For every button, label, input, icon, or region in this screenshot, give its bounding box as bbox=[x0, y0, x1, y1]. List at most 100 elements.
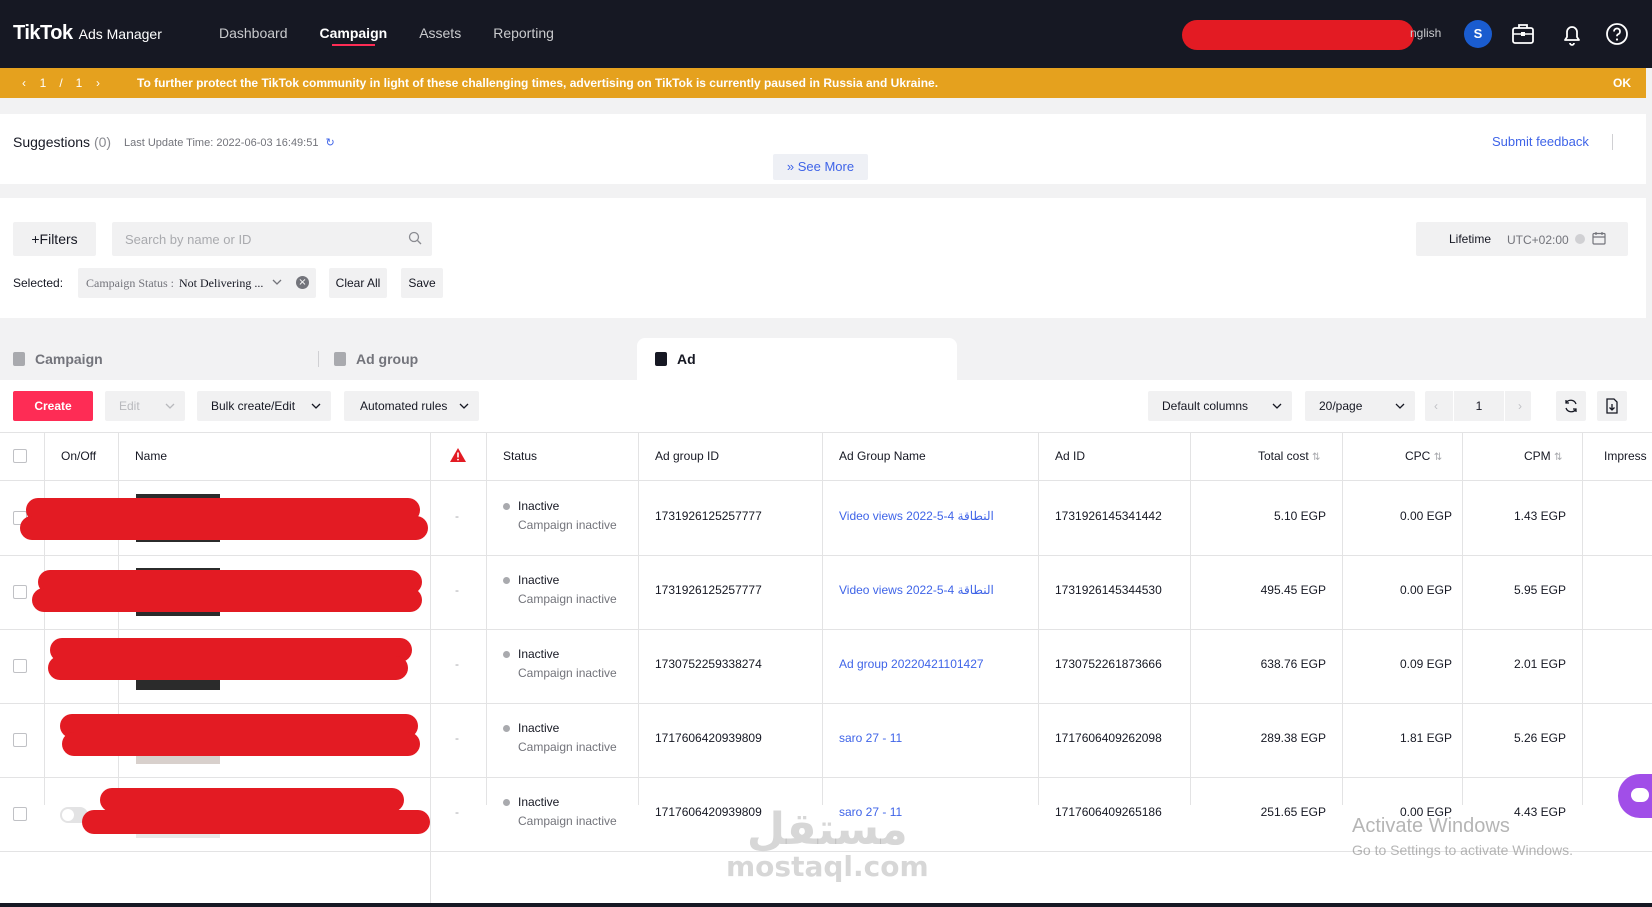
status-dot bbox=[503, 725, 510, 732]
notice-page-total: 1 bbox=[75, 76, 83, 90]
tab-ad[interactable]: Ad bbox=[637, 338, 957, 380]
total-cost: 638.76 EGP bbox=[1260, 657, 1326, 671]
total-cost: 289.38 EGP bbox=[1260, 731, 1326, 745]
status-dot bbox=[503, 799, 510, 806]
cpm: 5.95 EGP bbox=[1513, 583, 1566, 597]
edit-dropdown[interactable]: Edit bbox=[105, 391, 185, 421]
nav-reporting[interactable]: Reporting bbox=[493, 0, 554, 68]
cpm: 5.26 EGP bbox=[1513, 731, 1566, 745]
refresh-button[interactable] bbox=[1556, 391, 1586, 421]
status-subtext: Campaign inactive bbox=[518, 666, 617, 680]
row-checkbox[interactable] bbox=[13, 807, 27, 821]
filter-key: Campaign Status : bbox=[86, 276, 174, 290]
activate-title: Activate Windows bbox=[1352, 815, 1510, 837]
save-button[interactable]: Save bbox=[401, 268, 443, 298]
warning-cell: - bbox=[455, 509, 459, 523]
avatar[interactable]: S bbox=[1464, 20, 1492, 48]
adgroup-name-link[interactable]: Video views 2022-5-4 النطاقة bbox=[839, 583, 994, 597]
tab-ad-group-label: Ad group bbox=[356, 351, 419, 367]
clear-all-button[interactable]: Clear All bbox=[329, 268, 387, 298]
header-cpm[interactable]: CPM ⇅ bbox=[1524, 433, 1562, 480]
tab-campaign-label: Campaign bbox=[35, 351, 103, 367]
page-size-dropdown[interactable]: 20/page bbox=[1305, 391, 1415, 421]
status-subtext: Campaign inactive bbox=[518, 814, 617, 828]
sort-icon: ⇅ bbox=[1554, 452, 1563, 463]
date-range-picker[interactable]: Lifetime UTC+02:00 bbox=[1416, 222, 1628, 256]
redacted-ad-name bbox=[48, 656, 408, 680]
status-subtext: Campaign inactive bbox=[518, 518, 617, 532]
filters-button[interactable]: +Filters bbox=[13, 222, 96, 256]
warning-cell: - bbox=[455, 805, 459, 819]
adgroup-name-link[interactable]: Ad group 20220421101427 bbox=[839, 657, 984, 671]
submit-feedback-link[interactable]: Submit feedback bbox=[1492, 134, 1589, 149]
redacted-ad-name bbox=[20, 516, 428, 540]
row-checkbox[interactable] bbox=[13, 733, 27, 747]
table-row[interactable]: - Inactive Campaign inactive 17319261252… bbox=[0, 482, 1652, 556]
notice-message: To further protect the TikTok community … bbox=[137, 76, 939, 90]
refresh-icon[interactable]: ↻ bbox=[326, 137, 335, 149]
redacted-ad-name bbox=[62, 732, 420, 756]
tab-ad-group[interactable]: Ad group bbox=[334, 338, 624, 380]
warning-cell: - bbox=[455, 657, 459, 671]
select-all-checkbox[interactable] bbox=[13, 449, 27, 463]
total-cost: 5.10 EGP bbox=[1273, 509, 1326, 523]
help-icon[interactable] bbox=[1602, 19, 1632, 49]
top-navigation-bar: TikTok Ads Manager Dashboard Campaign As… bbox=[0, 0, 1652, 68]
search-box bbox=[112, 222, 432, 256]
ad-id: 1717606409265186 bbox=[1055, 805, 1162, 819]
automated-rules-dropdown[interactable]: Automated rules bbox=[344, 391, 479, 421]
chevron-down-icon bbox=[1272, 391, 1282, 432]
redacted-ad-name bbox=[82, 810, 430, 834]
chevron-down-icon bbox=[311, 391, 321, 432]
status-text: Inactive bbox=[518, 721, 560, 735]
campaign-status-filter-tag[interactable]: Campaign Status : Not Delivering ... × bbox=[78, 268, 316, 298]
activate-windows-watermark: Activate Windows Go to Settings to activ… bbox=[1352, 815, 1573, 858]
search-input[interactable] bbox=[112, 222, 392, 256]
adgroup-name-link[interactable]: Video views 2022-5-4 النطاقة bbox=[839, 509, 994, 523]
adgroup-id: 1731926125257777 bbox=[655, 509, 762, 523]
row-checkbox[interactable] bbox=[13, 659, 27, 673]
adgroup-id: 1731926125257777 bbox=[655, 583, 762, 597]
header-name[interactable]: Name bbox=[135, 433, 167, 480]
chevron-left-icon[interactable]: ‹ bbox=[14, 76, 34, 90]
timezone-label: UTC+02:00 bbox=[1507, 233, 1569, 247]
tiktok-ads-manager-logo[interactable]: TikTok Ads Manager bbox=[13, 22, 162, 45]
tab-ad-label: Ad bbox=[677, 351, 696, 367]
status-text: Inactive bbox=[518, 795, 560, 809]
adgroup-name-link[interactable]: saro 27 - 11 bbox=[839, 731, 902, 745]
search-icon[interactable] bbox=[408, 231, 422, 248]
page-number-input[interactable]: 1 bbox=[1453, 391, 1505, 421]
header-ad-id: Ad ID bbox=[1055, 449, 1086, 463]
remove-filter-icon[interactable]: × bbox=[296, 276, 309, 289]
language-selector[interactable]: nglish bbox=[1410, 26, 1441, 40]
notice-ok-button[interactable]: OK bbox=[1613, 76, 1631, 90]
export-button[interactable] bbox=[1597, 391, 1627, 421]
chevron-right-icon[interactable]: › bbox=[88, 76, 108, 90]
nav-campaign[interactable]: Campaign bbox=[320, 0, 387, 68]
create-button[interactable]: Create bbox=[13, 391, 93, 421]
nav-dashboard[interactable]: Dashboard bbox=[219, 0, 288, 68]
sort-icon: ⇅ bbox=[1312, 452, 1321, 463]
table-row[interactable]: - Inactive Campaign inactive 17319261252… bbox=[0, 556, 1652, 630]
default-columns-dropdown[interactable]: Default columns bbox=[1148, 391, 1292, 421]
header-cpc[interactable]: CPC ⇅ bbox=[1405, 433, 1442, 480]
bulk-label: Bulk create/Edit bbox=[211, 399, 296, 413]
notice-page-separator: / bbox=[59, 76, 63, 90]
chevron-right-icon[interactable]: › bbox=[1518, 399, 1522, 413]
bulk-create-edit-dropdown[interactable]: Bulk create/Edit bbox=[197, 391, 331, 421]
export-icon bbox=[1606, 398, 1618, 414]
adgroup-id: 1730752259338274 bbox=[655, 657, 762, 671]
header-total-cost[interactable]: Total cost ⇅ bbox=[1258, 433, 1320, 480]
row-checkbox[interactable] bbox=[13, 585, 27, 599]
nav-assets[interactable]: Assets bbox=[419, 0, 461, 68]
table-row[interactable]: - Inactive Campaign inactive 17176064209… bbox=[0, 704, 1652, 778]
bell-icon[interactable] bbox=[1557, 19, 1587, 49]
chevron-left-icon[interactable]: ‹ bbox=[1434, 399, 1438, 413]
tab-campaign[interactable]: Campaign bbox=[13, 338, 313, 380]
see-more-button[interactable]: » See More bbox=[773, 154, 868, 180]
filters-label: Filters bbox=[39, 231, 78, 247]
edit-label: Edit bbox=[119, 399, 140, 413]
table-row[interactable]: - Inactive Campaign inactive 17307522593… bbox=[0, 630, 1652, 704]
info-icon bbox=[1575, 234, 1585, 244]
briefcase-icon[interactable] bbox=[1508, 19, 1538, 49]
